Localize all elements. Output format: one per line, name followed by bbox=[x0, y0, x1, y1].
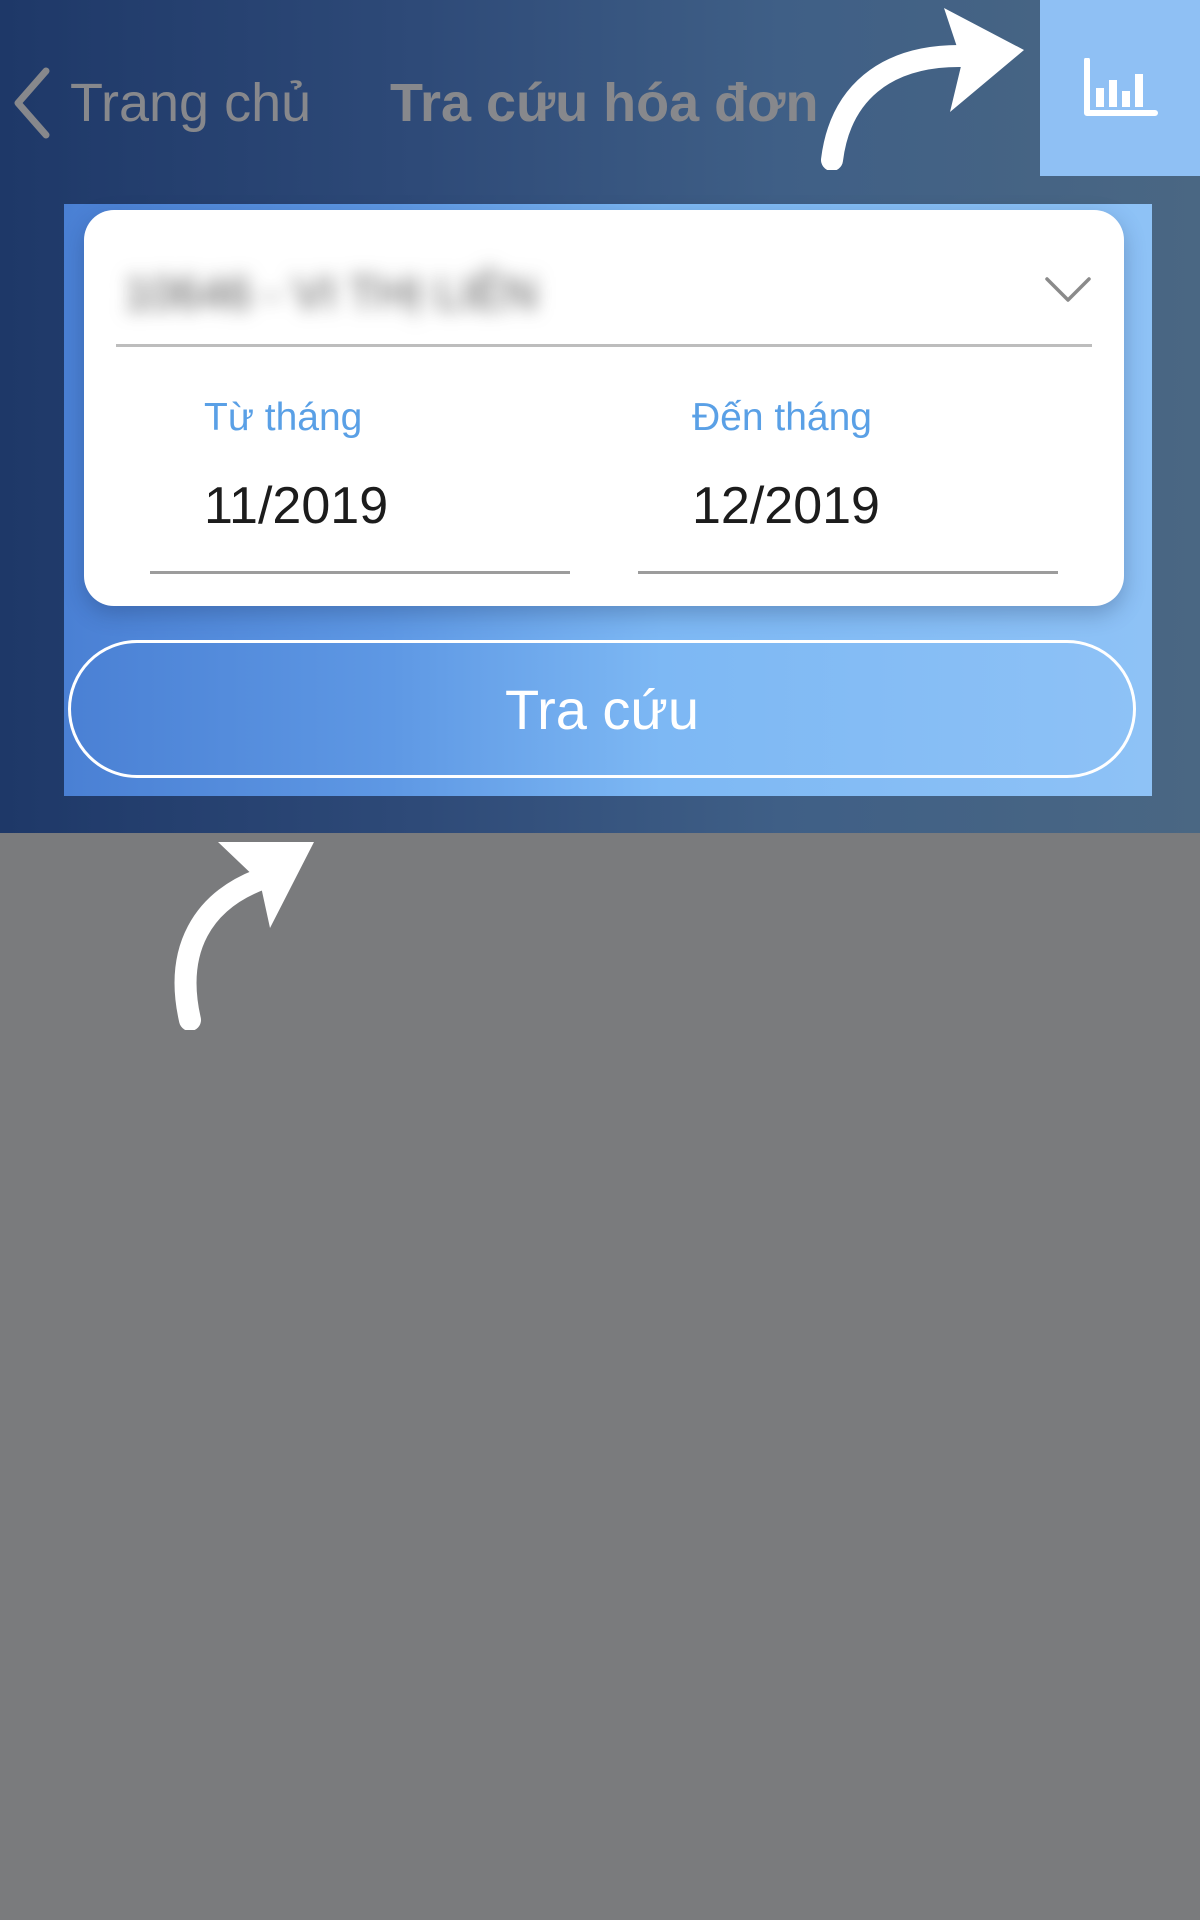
chart-button[interactable] bbox=[1040, 0, 1200, 176]
from-month-field[interactable]: Từ tháng 11/2019 bbox=[150, 396, 570, 574]
to-month-value: 12/2019 bbox=[692, 477, 880, 535]
chevron-down-icon bbox=[1045, 277, 1091, 302]
chevron-left-icon bbox=[14, 67, 50, 139]
to-month-label: Đến tháng bbox=[692, 396, 872, 439]
back-button[interactable]: Trang chủ bbox=[12, 62, 311, 144]
search-button[interactable]: Tra cứu bbox=[68, 640, 1136, 778]
to-month-underline bbox=[638, 571, 1058, 574]
back-label: Trang chủ bbox=[70, 73, 312, 133]
from-month-underline bbox=[150, 571, 570, 574]
account-value: 10646 - VI THỊ LIÊN bbox=[124, 267, 538, 319]
from-month-label: Từ tháng bbox=[204, 396, 363, 439]
from-month-value: 11/2019 bbox=[204, 477, 389, 535]
account-select[interactable]: 10646 - VI THỊ LIÊN bbox=[116, 252, 1092, 347]
search-panel: 10646 - VI THỊ LIÊN Từ tháng 11/2019 Đến… bbox=[64, 204, 1152, 796]
bar-chart-icon bbox=[1084, 58, 1158, 116]
to-month-field[interactable]: Đến tháng 12/2019 bbox=[638, 396, 1058, 574]
hand-drawn-arrow-icon bbox=[174, 842, 314, 1030]
search-form-card: 10646 - VI THỊ LIÊN Từ tháng 11/2019 Đến… bbox=[84, 210, 1124, 606]
page-title: Tra cứu hóa đơn bbox=[390, 73, 819, 133]
hand-drawn-arrow-icon bbox=[821, 8, 1024, 170]
